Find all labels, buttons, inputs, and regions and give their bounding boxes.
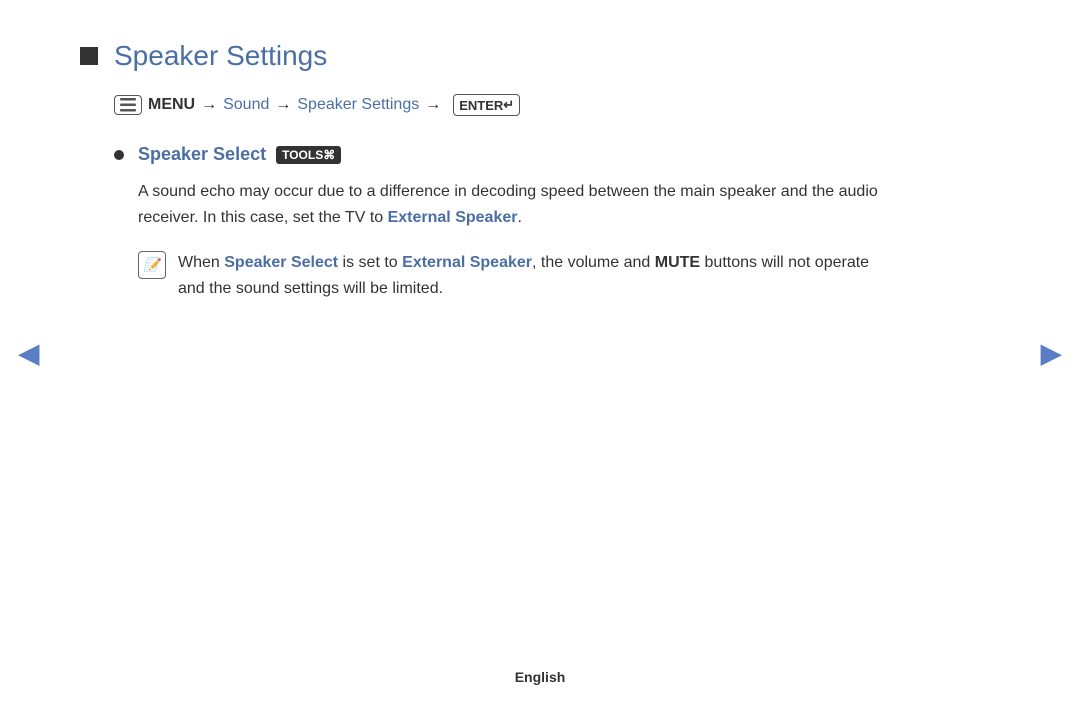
breadcrumb: MENU → Sound → Speaker Settings → ENTER↵ [114, 94, 900, 116]
note-part2: is set to [338, 254, 402, 271]
note-highlight2: External Speaker [402, 254, 532, 271]
description-highlight: External Speaker [388, 209, 518, 226]
note-row: 📝 When Speaker Select is set to External… [138, 250, 900, 303]
prev-page-button[interactable]: ◀ [18, 336, 40, 369]
description-text: A sound echo may occur due to a differen… [138, 179, 900, 232]
description-end: . [517, 209, 521, 226]
speaker-select-row: Speaker Select TOOLS⌘ [114, 144, 900, 165]
bullet-icon [114, 150, 124, 160]
menu-label: MENU [148, 96, 195, 114]
section-content: Speaker Select TOOLS⌘ A sound echo may o… [114, 144, 900, 303]
arrow-1: → [201, 96, 217, 114]
menu-icon [114, 95, 142, 115]
page-title: Speaker Settings [114, 40, 327, 72]
title-row: Speaker Settings [80, 40, 900, 72]
note-highlight1: Speaker Select [224, 254, 338, 271]
note-bold: MUTE [655, 254, 700, 271]
note-icon: 📝 [138, 251, 166, 279]
note-text: When Speaker Select is set to External S… [178, 250, 900, 303]
footer-language: English [515, 669, 566, 685]
arrow-3: → [425, 96, 441, 114]
note-part1: When [178, 254, 224, 271]
breadcrumb-speaker-settings: Speaker Settings [297, 96, 419, 114]
arrow-2: → [275, 96, 291, 114]
next-page-button[interactable]: ▶ [1040, 336, 1062, 369]
enter-label: ENTER [459, 98, 503, 113]
speaker-select-label: Speaker Select [138, 144, 266, 165]
breadcrumb-sound: Sound [223, 96, 269, 114]
main-content: Speaker Settings MENU → Sound → Speaker … [0, 0, 980, 343]
title-square-icon [80, 47, 98, 65]
tools-badge: TOOLS⌘ [276, 146, 341, 164]
note-part3: , the volume and [532, 254, 655, 271]
enter-icon: ENTER↵ [453, 94, 520, 116]
